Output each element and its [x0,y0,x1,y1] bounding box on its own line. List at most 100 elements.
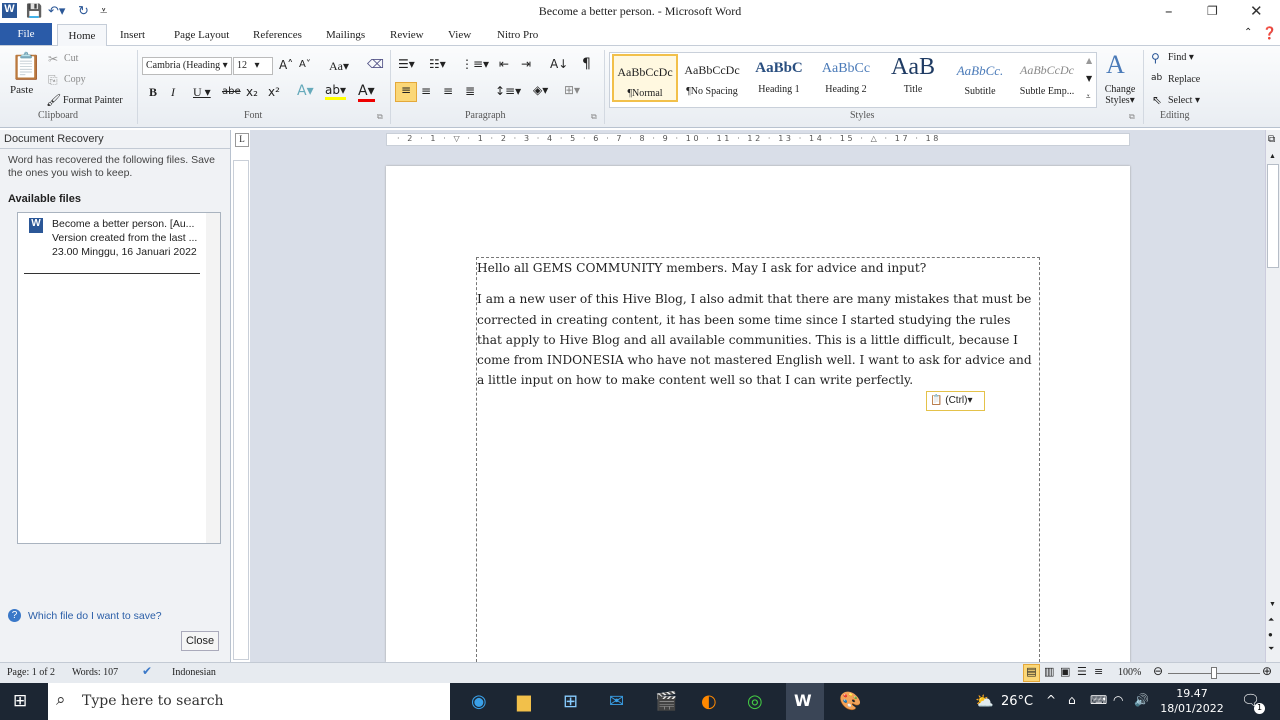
view-ruler-icon[interactable]: ⧉ [1268,134,1275,145]
tab-home[interactable]: Home [57,24,107,46]
store-icon[interactable]: ⊞ [563,691,578,712]
paste-icon[interactable]: 📋 [10,52,42,82]
font-name-dropdown[interactable]: Cambria (Heading ▾ [142,57,232,75]
minimize-ribbon-icon[interactable]: ⌃ [1244,27,1252,38]
styles-dialog-launcher-icon[interactable]: ⧉ [1129,112,1135,122]
decrease-indent-icon[interactable]: ⇤ [499,57,509,71]
line-spacing-icon[interactable]: ↕≡▾ [495,84,521,98]
mail-icon[interactable]: ✉ [609,691,624,712]
browse-object-icon[interactable]: ● [1268,630,1273,639]
underline-icon[interactable]: U ▾ [193,85,211,100]
paragraph-dialog-launcher-icon[interactable]: ⧉ [591,112,597,122]
strikethrough-icon[interactable]: abe [222,86,241,97]
scroll-down-icon[interactable]: ▼ [1269,600,1276,608]
tab-references[interactable]: References [253,29,302,41]
style-heading-1[interactable]: AaBbC Heading 1 [746,54,812,102]
align-left-icon[interactable]: ≡ [395,82,417,102]
tab-review[interactable]: Review [390,29,424,41]
scroll-up-icon[interactable]: ▲ [1269,152,1276,160]
superscript-icon[interactable]: x² [268,85,280,99]
horizontal-ruler[interactable]: · 2 · 1 · ▽ · 1 · 2 · 3 · 4 · 5 · 6 · 7 … [386,133,1130,146]
zoom-level[interactable]: 100% [1118,667,1141,678]
increase-indent-icon[interactable]: ⇥ [521,57,531,71]
change-case-button[interactable]: Aa▾ [329,59,349,74]
style-title[interactable]: AaB Title [880,54,946,102]
format-painter-button[interactable]: Format Painter [63,95,123,106]
edge-icon[interactable]: ◉ [471,691,487,712]
weather-temperature[interactable]: 26°C [1001,694,1033,709]
replace-button[interactable]: Replace [1168,74,1200,85]
borders-icon[interactable]: ⊞▾ [564,83,580,97]
text-effects-icon[interactable]: A▾ [297,83,314,99]
chrome-icon[interactable]: ◎ [747,691,763,712]
paste-options-button[interactable]: 📋 (Ctrl)▾ [926,391,985,411]
draft-icon[interactable]: ≡ [1094,665,1103,678]
print-layout-icon[interactable]: ▤ [1023,664,1040,682]
scrollbar-thumb[interactable] [1267,164,1279,268]
align-center-icon[interactable]: ≡ [421,84,431,98]
vertical-scrollbar[interactable]: ⧉ ▲ ▼ ⏶ ● ⏷ [1265,130,1280,662]
shrink-font-icon[interactable]: A˅ [299,59,311,70]
justify-icon[interactable]: ≣ [465,84,475,98]
which-file-help-link[interactable]: Which file do I want to save? [28,610,162,622]
style-heading-2[interactable]: AaBbCc Heading 2 [813,54,879,102]
restore-icon[interactable]: ❐ [1207,4,1218,18]
style-no-spacing[interactable]: AaBbCcDc ¶No Spacing [679,54,745,102]
zoom-slider-thumb[interactable] [1211,667,1217,679]
copy-button[interactable]: Copy [64,74,86,85]
cut-button[interactable]: Cut [64,53,78,64]
multilevel-list-icon[interactable]: ⋮≡▾ [461,57,489,71]
page-count[interactable]: Page: 1 of 2 [7,667,55,678]
proofing-icon[interactable]: ✔ [142,664,152,678]
previous-page-icon[interactable]: ⏶ [1268,615,1274,625]
tab-selector-icon[interactable]: L [235,133,249,147]
bullets-icon[interactable]: ☰▾ [398,57,415,71]
clear-formatting-icon[interactable]: ⌫ [367,57,384,71]
cortana-icon[interactable]: ○ [381,691,397,712]
styles-scroll-up-icon[interactable]: ▲ [1086,56,1092,65]
vertical-ruler[interactable] [233,160,249,660]
style-subtle-emphasis[interactable]: AaBbCcDc Subtle Emp... [1014,54,1080,102]
volume-icon[interactable]: 🔊 [1134,693,1149,707]
wifi-icon[interactable]: ◠ [1113,693,1123,707]
align-right-icon[interactable]: ≡ [443,84,453,98]
subscript-icon[interactable]: x₂ [246,85,258,99]
next-page-icon[interactable]: ⏷ [1268,644,1274,654]
file-list-scrollbar[interactable] [206,213,220,543]
font-size-dropdown[interactable]: 12 ▾ [233,57,273,75]
style-normal[interactable]: AaBbCcDc ¶Normal [612,54,678,102]
help-icon[interactable]: ❓ [1262,26,1277,40]
close-recovery-button[interactable]: Close [181,631,219,651]
tab-insert[interactable]: Insert [120,29,145,41]
firefox-icon[interactable]: ◐ [701,691,717,712]
full-screen-reading-icon[interactable]: ▥ [1044,665,1054,678]
tab-mailings[interactable]: Mailings [326,29,365,41]
find-button[interactable]: Find ▾ [1168,52,1194,63]
weather-icon[interactable]: ⛅ [975,692,994,710]
text-area[interactable]: Hello all GEMS COMMUNITY members. May I … [476,257,1040,662]
font-dialog-launcher-icon[interactable]: ⧉ [377,112,383,122]
numbering-icon[interactable]: ☷▾ [429,57,446,71]
zoom-out-icon[interactable]: ⊖ [1153,664,1163,678]
file-explorer-icon[interactable]: ▆ [517,691,531,712]
recovered-file-item[interactable]: W Become a better person. [Au... Version… [18,213,208,275]
clock[interactable]: 19.47 18/01/2022 [1160,686,1224,716]
paste-button[interactable]: Paste [10,84,33,96]
bold-icon[interactable]: B [149,85,157,100]
task-view-icon[interactable]: ⧉ [425,691,438,712]
close-window-icon[interactable]: ✕ [1250,2,1263,20]
show-formatting-icon[interactable]: ¶ [582,56,591,72]
zoom-in-icon[interactable]: ⊕ [1262,664,1272,678]
italic-icon[interactable]: I [171,85,175,100]
grow-font-icon[interactable]: A˄ [279,58,293,72]
sort-icon[interactable]: A↓ [550,57,568,71]
tab-file[interactable]: File [0,23,52,45]
outline-icon[interactable]: ☰ [1077,665,1087,678]
language[interactable]: Indonesian [172,667,216,678]
video-editor-icon[interactable]: 🎬 [655,691,677,712]
minimize-icon[interactable]: – [1165,2,1173,20]
tab-view[interactable]: View [448,29,471,41]
tab-nitro-pro[interactable]: Nitro Pro [497,29,538,41]
style-subtitle[interactable]: AaBbCc. Subtitle [947,54,1013,102]
start-icon[interactable]: ⊞ [13,691,27,711]
